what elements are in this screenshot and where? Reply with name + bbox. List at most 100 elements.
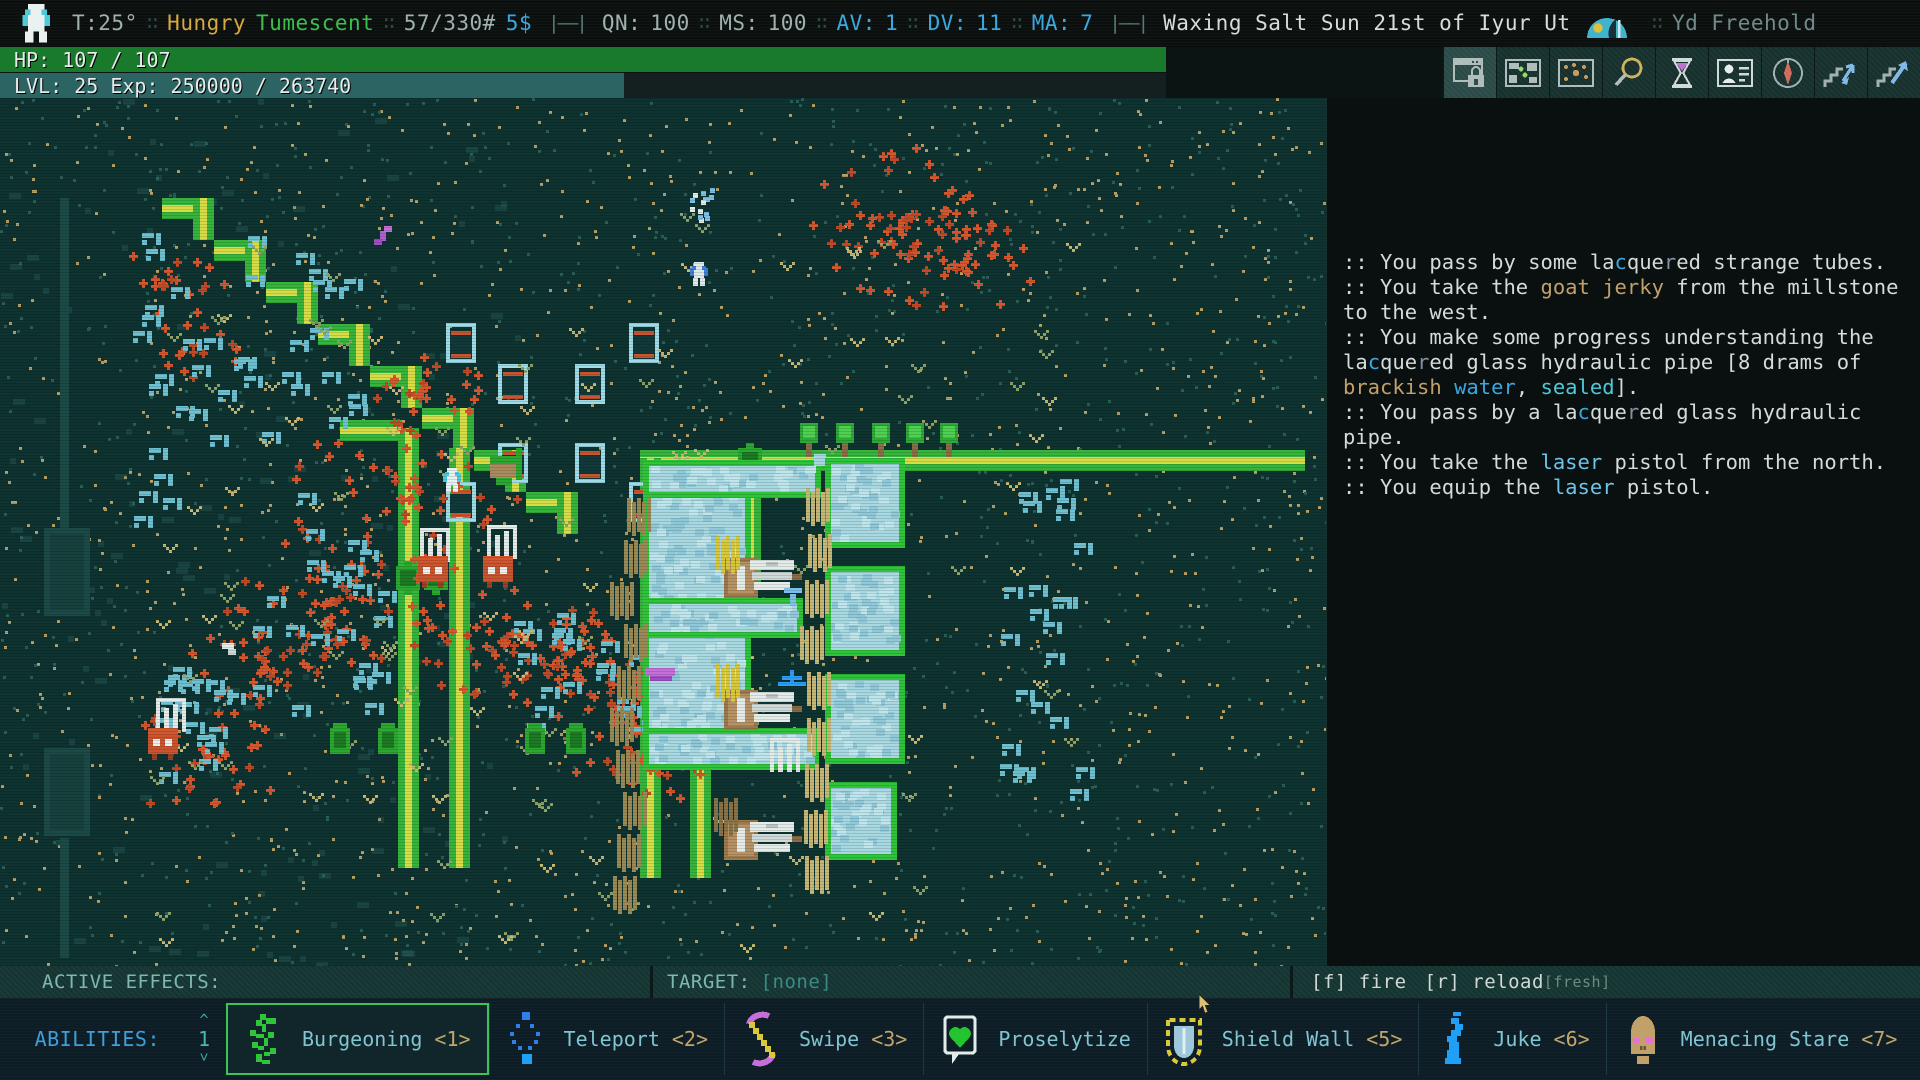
log-text-run: water bbox=[1454, 375, 1516, 399]
ability-name: Teleport bbox=[564, 1027, 660, 1051]
ability-slot-burgeoning[interactable]: Burgeoning <1> bbox=[226, 1003, 489, 1075]
look-magnifier-icon[interactable] bbox=[1602, 47, 1655, 98]
status-separator: ∷ bbox=[374, 12, 403, 34]
abilities-bar: ABILITIES: ^ 1 ˅ Burgeoning <1> Teleport… bbox=[0, 998, 1920, 1080]
target-label: TARGET: bbox=[667, 971, 751, 993]
shield-wall-icon bbox=[1158, 1010, 1210, 1068]
abilities-page-number: 1 bbox=[198, 1028, 210, 1050]
log-text-run: r bbox=[1627, 400, 1639, 424]
juke-figure-icon bbox=[1429, 1010, 1481, 1068]
chevron-up-icon[interactable]: ^ bbox=[199, 1013, 208, 1028]
log-text-run: que bbox=[1627, 250, 1664, 274]
log-text-run: :: You equip the bbox=[1343, 475, 1553, 499]
log-text-run: pistol from the north. bbox=[1602, 450, 1886, 474]
log-text-run: r bbox=[1417, 350, 1429, 374]
game-window: T:25° ∷ Hungry Tumescent ∷ 57/330# 5$ |—… bbox=[0, 0, 1920, 1080]
log-text-run: ed strange tubes. bbox=[1676, 250, 1886, 274]
status-divider: |——| bbox=[532, 12, 602, 34]
log-text-run: ed glass hydraulic pipe [8 drams of bbox=[1429, 350, 1873, 374]
log-message: :: You make some progress understanding … bbox=[1343, 325, 1902, 400]
compass-icon[interactable] bbox=[1761, 47, 1814, 98]
ma-value: 7 bbox=[1080, 11, 1093, 35]
hp-bar-fill bbox=[0, 47, 1166, 72]
game-map[interactable] bbox=[0, 98, 1326, 966]
stairs-down-icon[interactable] bbox=[1814, 47, 1867, 98]
log-text-run: laser bbox=[1540, 450, 1602, 474]
map-canvas[interactable] bbox=[0, 98, 1326, 966]
xp-bar-label: LVL: 25 Exp: 250000 / 263740 bbox=[0, 74, 351, 98]
context-strip: ACTIVE EFFECTS: TARGET: [none] [f] fire … bbox=[0, 966, 1920, 998]
swipe-sickle-icon bbox=[735, 1010, 787, 1068]
location-name: Yd Freehold bbox=[1672, 11, 1817, 35]
weapon-state-badge: [fresh] bbox=[1544, 973, 1611, 991]
message-log[interactable]: :: You pass by some lacquered strange tu… bbox=[1326, 98, 1920, 966]
calendar-date: Waxing Salt Sun 21st of Iyur Ut bbox=[1163, 11, 1570, 35]
ability-hotkey: <7> bbox=[1861, 1027, 1897, 1051]
wait-hourglass-icon[interactable] bbox=[1655, 47, 1708, 98]
quickness-label: QN: bbox=[602, 11, 641, 35]
log-text-run: sealed bbox=[1541, 375, 1615, 399]
log-text-run: :: You pass by some bbox=[1343, 250, 1590, 274]
player-portrait-icon[interactable] bbox=[14, 1, 58, 45]
dv-value: 11 bbox=[976, 11, 1002, 35]
reload-keybind[interactable]: [r] reload bbox=[1425, 971, 1544, 993]
log-text-run: que bbox=[1380, 350, 1417, 374]
ability-name: Juke bbox=[1493, 1027, 1541, 1051]
log-text-run: ]. bbox=[1615, 375, 1640, 399]
log-text-run: :: You take the bbox=[1343, 450, 1540, 474]
active-effects-cell: ACTIVE EFFECTS: bbox=[0, 966, 650, 998]
ability-name: Shield Wall bbox=[1222, 1027, 1354, 1051]
tumescent-status: Tumescent bbox=[256, 11, 374, 35]
log-message: :: You pass by some lacquered strange tu… bbox=[1343, 250, 1902, 275]
log-message: :: You take the laser pistol from the no… bbox=[1343, 450, 1902, 475]
movespeed-label: MS: bbox=[719, 11, 758, 35]
ability-slot-shield-wall[interactable]: Shield Wall <5> bbox=[1147, 1003, 1419, 1075]
status-separator: ∷ bbox=[807, 12, 836, 34]
ability-slot-juke[interactable]: Juke <6> bbox=[1418, 1003, 1605, 1075]
ability-hotkey: <6> bbox=[1554, 1027, 1590, 1051]
ability-name: Swipe bbox=[799, 1027, 859, 1051]
status-separator: ∷ bbox=[1002, 12, 1031, 34]
burgeoning-plant-icon bbox=[238, 1010, 290, 1068]
log-text-run: pistol. bbox=[1615, 475, 1714, 499]
world-map-icon[interactable] bbox=[1549, 47, 1602, 98]
local-map-icon[interactable] bbox=[1496, 47, 1549, 98]
status-separator: ∷ bbox=[898, 12, 927, 34]
vitals-bars: HP: 107 / 107 LVL: 25 Exp: 250000 / 2637… bbox=[0, 47, 1166, 98]
log-text-run: goat jerky bbox=[1540, 275, 1663, 299]
ability-slot-teleport[interactable]: Teleport <2> bbox=[489, 1003, 724, 1075]
moon-phase-icon[interactable] bbox=[1585, 8, 1629, 38]
teleport-dots-icon bbox=[500, 1010, 552, 1068]
log-text-run: la bbox=[1553, 400, 1578, 424]
log-message: :: You pass by a lacquered glass hydraul… bbox=[1343, 400, 1902, 450]
status-separator: ∷ bbox=[1643, 12, 1672, 34]
keybinds-cell: [f] fire [r] reload [fresh] bbox=[1290, 966, 1920, 998]
log-message: :: You take the goat jerky from the mill… bbox=[1343, 275, 1902, 325]
ability-slot-menacing-stare[interactable]: Menacing Stare <7> bbox=[1606, 1003, 1914, 1075]
hp-bar-label: HP: 107 / 107 bbox=[0, 48, 171, 72]
ability-hotkey: <1> bbox=[434, 1027, 470, 1051]
xp-bar: LVL: 25 Exp: 250000 / 263740 bbox=[0, 73, 1166, 98]
log-message: :: You equip the laser pistol. bbox=[1343, 475, 1902, 500]
active-effects-label: ACTIVE EFFECTS: bbox=[42, 971, 221, 993]
character-sheet-icon[interactable] bbox=[1708, 47, 1761, 98]
stairs-up-icon[interactable] bbox=[1867, 47, 1920, 98]
status-separator: ∷ bbox=[138, 12, 167, 34]
menacing-stare-icon bbox=[1617, 1010, 1669, 1068]
log-text-run: brackish bbox=[1343, 375, 1454, 399]
movespeed-value: 100 bbox=[768, 11, 807, 35]
av-value: 1 bbox=[885, 11, 898, 35]
log-text-run: laser bbox=[1553, 475, 1615, 499]
inventory-lock-icon[interactable] bbox=[1443, 47, 1496, 98]
log-text-run: :: You make some progress understanding … bbox=[1343, 325, 1886, 349]
chevron-down-icon[interactable]: ˅ bbox=[199, 1050, 208, 1065]
log-text-run: , bbox=[1516, 375, 1541, 399]
status-divider: |——| bbox=[1093, 12, 1163, 34]
log-text-run: :: You take the bbox=[1343, 275, 1540, 299]
status-separator: ∷ bbox=[690, 12, 719, 34]
abilities-pager[interactable]: ^ 1 ˅ bbox=[182, 1013, 226, 1065]
ability-slot-proselytize[interactable]: Proselytize bbox=[923, 1003, 1146, 1075]
fire-keybind[interactable]: [f] fire bbox=[1311, 971, 1407, 993]
log-text-run: c bbox=[1368, 350, 1380, 374]
ability-slot-swipe[interactable]: Swipe <3> bbox=[724, 1003, 923, 1075]
